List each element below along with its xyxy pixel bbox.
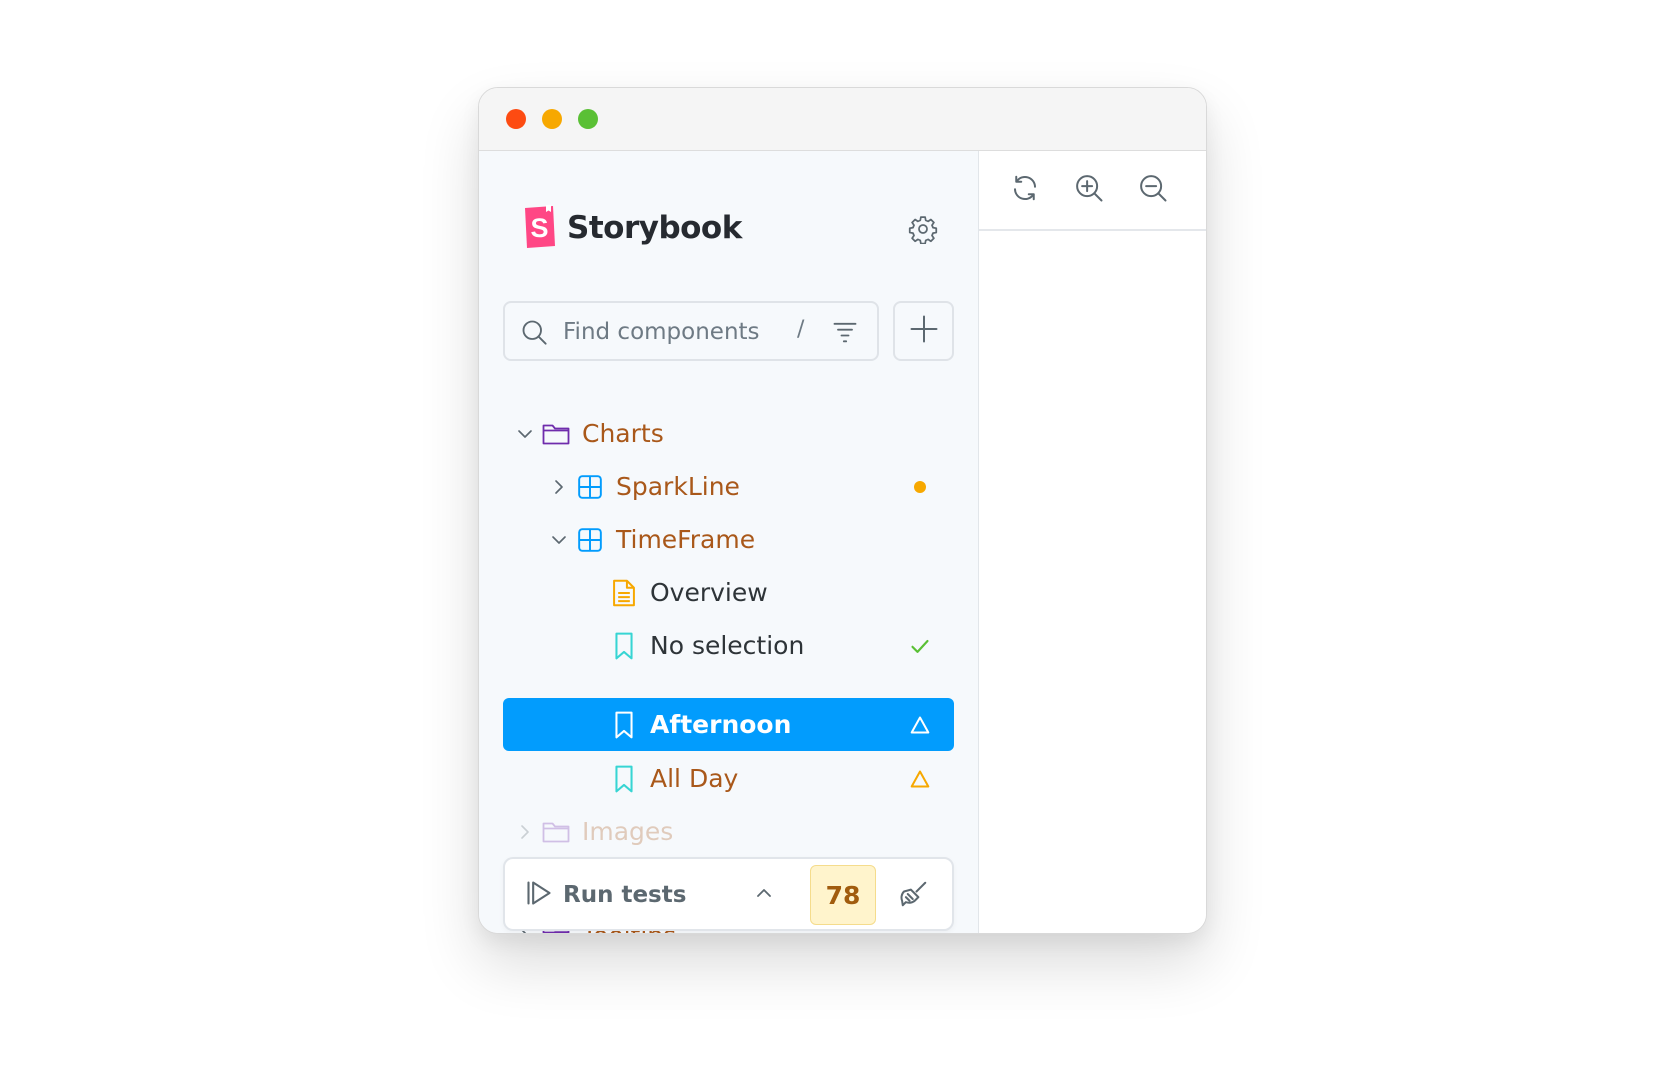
tree-item-timeframe[interactable]: TimeFrame: [503, 513, 954, 567]
title-bar: [479, 88, 1206, 151]
tree-item-all-day[interactable]: All Day: [503, 752, 954, 806]
brand-name: Storybook: [567, 210, 742, 246]
status-warning-icon[interactable]: [908, 767, 932, 791]
tree-item-label: SparkLine: [616, 472, 740, 501]
run-tests-label: Run tests: [563, 882, 687, 908]
test-status-count-badge[interactable]: 78: [810, 865, 876, 925]
minimize-window-button[interactable]: [542, 109, 562, 129]
preview-toolbar: [979, 151, 1206, 231]
add-story-button[interactable]: [893, 301, 954, 361]
document-icon: [610, 579, 638, 607]
filter-button[interactable]: [829, 316, 861, 348]
chevron-right-icon[interactable]: [513, 820, 537, 844]
collapse-testing-button[interactable]: [750, 881, 778, 909]
tree-item-label: Overview: [650, 578, 768, 607]
component-icon: [576, 526, 604, 554]
zoom-out-button[interactable]: [1136, 173, 1170, 207]
search-icon: [519, 317, 549, 347]
search-input[interactable]: [561, 313, 795, 351]
close-window-button[interactable]: [506, 109, 526, 129]
tree-item-label: All Day: [650, 764, 739, 793]
testing-module: Run tests 78: [503, 857, 954, 931]
play-icon: [525, 879, 553, 911]
bookmark-icon: [610, 632, 638, 660]
tree-item-label: Images: [582, 817, 674, 846]
status-success-check-icon[interactable]: [908, 634, 932, 658]
storybook-logo-icon: S: [523, 204, 557, 252]
tree-item-afternoon[interactable]: Afternoon: [503, 698, 954, 751]
status-pending-icon[interactable]: [908, 475, 932, 499]
component-icon: [576, 473, 604, 501]
settings-button[interactable]: [907, 215, 939, 247]
zoom-in-button[interactable]: [1072, 173, 1106, 207]
chevron-up-icon: [755, 884, 773, 906]
reload-button[interactable]: [1008, 173, 1042, 207]
search-shortcut-hint: /: [797, 317, 805, 342]
zoom-out-icon: [1138, 173, 1168, 207]
folder-icon: [542, 420, 570, 448]
sidebar: S Storybook /: [479, 151, 979, 933]
tree-item-overview[interactable]: Overview: [503, 566, 954, 620]
folder-icon: [542, 818, 570, 846]
chevron-down-icon[interactable]: [547, 528, 571, 552]
tree-item-charts[interactable]: Charts: [503, 407, 954, 461]
status-warning-icon[interactable]: [908, 713, 932, 737]
tree-item-label: Charts: [582, 419, 664, 448]
tree-item-images[interactable]: Images: [503, 805, 954, 859]
tree-item-label: No selection: [650, 631, 805, 660]
zoom-in-icon: [1074, 173, 1104, 207]
broom-icon: [899, 879, 929, 913]
svg-text:S: S: [530, 213, 548, 243]
tree-item-label: Afternoon: [650, 710, 792, 739]
tree-item-sparkline[interactable]: SparkLine: [503, 460, 954, 514]
chevron-right-icon[interactable]: [547, 475, 571, 499]
tree-item-label: TimeFrame: [616, 525, 756, 554]
zoom-window-button[interactable]: [578, 109, 598, 129]
brand[interactable]: S Storybook: [523, 204, 742, 252]
preview-pane: [979, 151, 1206, 933]
tree-item-no-selection[interactable]: No selection: [503, 619, 954, 673]
plus-icon: [909, 314, 939, 348]
run-tests-button[interactable]: Run tests: [525, 873, 686, 917]
chevron-down-icon[interactable]: [513, 422, 537, 446]
reload-icon: [1010, 173, 1040, 207]
clear-results-button[interactable]: [897, 879, 931, 913]
search-box: /: [503, 301, 879, 361]
bookmark-icon: [610, 711, 638, 739]
gear-icon: [908, 214, 938, 248]
bookmark-icon: [610, 765, 638, 793]
filter-icon: [833, 322, 857, 343]
app-window: S Storybook /: [478, 87, 1207, 934]
